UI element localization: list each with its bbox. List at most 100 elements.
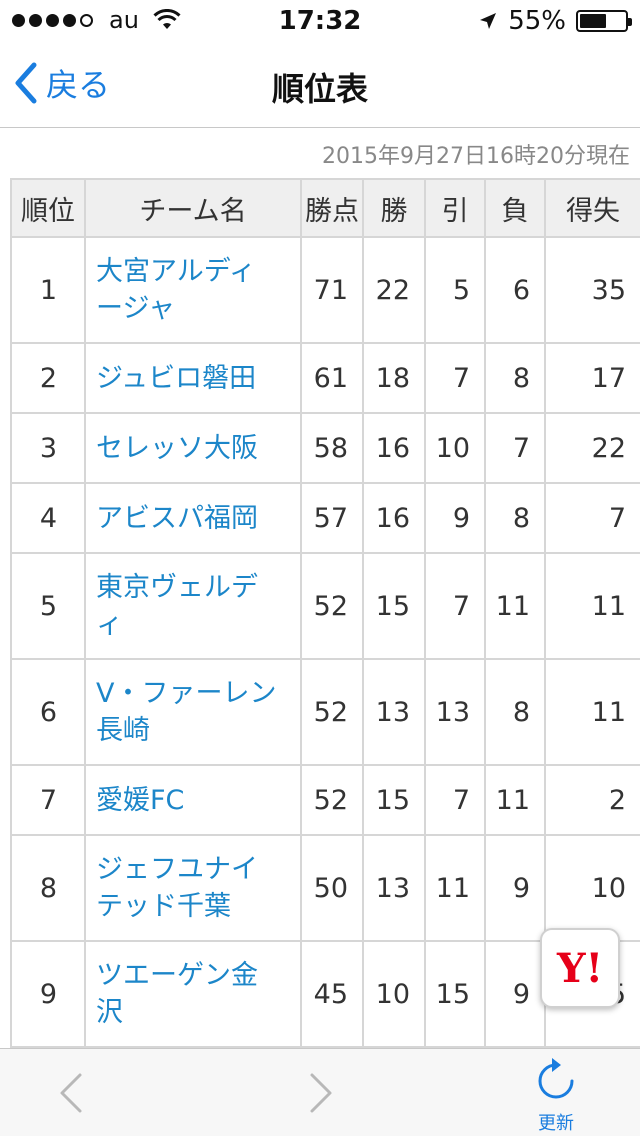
team-link[interactable]: アビスパ福岡 xyxy=(96,503,258,534)
goal-diff-cell: 7 xyxy=(544,482,640,554)
reload-label: 更新 xyxy=(538,1113,574,1134)
draws-cell: 7 xyxy=(424,342,486,414)
table-row: 3 セレッソ大阪 58 16 10 7 22 xyxy=(10,412,640,484)
team-link[interactable]: V・ファーレン xyxy=(96,678,276,709)
header-wins: 勝 xyxy=(362,178,426,238)
losses-cell: 7 xyxy=(484,412,546,484)
header-draws: 引 xyxy=(424,178,486,238)
wins-cell: 16 xyxy=(362,482,426,554)
draws-cell: 7 xyxy=(424,552,486,660)
standings-table: 順位 チーム名 勝点 勝 引 負 得失 1 大宮アルディ ージャ 71 22 5 6 35 2 ジ… xyxy=(10,178,640,1048)
header-rank: 順位 xyxy=(10,178,86,238)
wins-cell: 16 xyxy=(362,412,426,484)
header-goal-diff: 得失 xyxy=(544,178,640,238)
draws-cell: 7 xyxy=(424,764,486,836)
points-cell: 58 xyxy=(300,412,364,484)
goal-diff-cell: 2 xyxy=(544,764,640,836)
points-cell: 50 xyxy=(300,834,364,942)
points-cell: 52 xyxy=(300,552,364,660)
wins-cell: 15 xyxy=(362,764,426,836)
losses-cell: 8 xyxy=(484,342,546,414)
yahoo-logo-text: Y! xyxy=(556,944,604,992)
reload-button[interactable]: 更新 xyxy=(526,1057,586,1134)
team-cell: アビスパ福岡 xyxy=(84,482,302,554)
team-link[interactable]: 沢 xyxy=(96,997,123,1028)
goal-diff-cell: 10 xyxy=(544,834,640,942)
draws-cell: 15 xyxy=(424,940,486,1048)
team-cell: ツエーゲン金沢 xyxy=(84,940,302,1048)
header-points: 勝点 xyxy=(300,178,364,238)
team-link[interactable]: テッド千葉 xyxy=(96,891,231,922)
location-arrow-icon xyxy=(480,13,497,29)
battery-icon xyxy=(576,10,632,32)
team-cell: V・ファーレン 長崎 xyxy=(84,658,302,766)
team-link[interactable]: 愛媛FC xyxy=(96,785,184,816)
browser-back-icon[interactable] xyxy=(56,1071,86,1115)
wins-cell: 10 xyxy=(362,940,426,1048)
table-row: 2 ジュビロ磐田 61 18 7 8 17 xyxy=(10,342,640,414)
team-cell: 大宮アルディ ージャ xyxy=(84,236,302,344)
back-button-label: 戻る xyxy=(46,66,111,104)
table-row: 7 愛媛FC 52 15 7 11 2 xyxy=(10,764,640,836)
table-row: 1 大宮アルディ ージャ 71 22 5 6 35 xyxy=(10,236,640,344)
goal-diff-cell: 11 xyxy=(544,658,640,766)
goal-diff-cell: 11 xyxy=(544,552,640,660)
losses-cell: 9 xyxy=(484,834,546,942)
table-header-row: 順位 チーム名 勝点 勝 引 負 得失 xyxy=(10,178,640,238)
rank-cell: 7 xyxy=(10,764,86,836)
standings-body: 1 大宮アルディ ージャ 71 22 5 6 35 2 ジュビロ磐田 61 18 7 8 17 3 セレッソ大阪… xyxy=(10,236,640,1048)
draws-cell: 9 xyxy=(424,482,486,554)
table-row: 4 アビスパ福岡 57 16 9 8 7 xyxy=(10,482,640,554)
losses-cell: 11 xyxy=(484,552,546,660)
points-cell: 45 xyxy=(300,940,364,1048)
team-link[interactable]: ジェフユナイ xyxy=(96,854,258,885)
yahoo-logo-button[interactable]: Y! xyxy=(540,928,620,1008)
losses-cell: 8 xyxy=(484,658,546,766)
points-cell: 52 xyxy=(300,764,364,836)
header-team: チーム名 xyxy=(84,178,302,238)
team-link[interactable]: 東京ヴェルデ xyxy=(96,572,258,603)
team-link[interactable]: ツエーゲン金 xyxy=(96,960,258,991)
wins-cell: 22 xyxy=(362,236,426,344)
goal-diff-cell: 22 xyxy=(544,412,640,484)
draws-cell: 13 xyxy=(424,658,486,766)
rank-cell: 1 xyxy=(10,236,86,344)
update-timestamp: 2015年9月27日16時20分現在 xyxy=(322,144,630,169)
back-button[interactable]: 戻る xyxy=(14,60,110,106)
rank-cell: 6 xyxy=(10,658,86,766)
points-cell: 57 xyxy=(300,482,364,554)
rank-cell: 8 xyxy=(10,834,86,942)
team-link[interactable]: ィ xyxy=(96,609,123,640)
bottom-toolbar: 更新 xyxy=(0,1048,640,1136)
team-link[interactable]: 大宮アルディ xyxy=(96,256,256,287)
header-losses: 負 xyxy=(484,178,546,238)
losses-cell: 11 xyxy=(484,764,546,836)
rank-cell: 5 xyxy=(10,552,86,660)
wins-cell: 13 xyxy=(362,834,426,942)
team-link[interactable]: ージャ xyxy=(96,293,175,324)
draws-cell: 11 xyxy=(424,834,486,942)
team-link[interactable]: セレッソ大阪 xyxy=(96,433,258,464)
rank-cell: 9 xyxy=(10,940,86,1048)
team-link[interactable]: 長崎 xyxy=(96,715,150,746)
goal-diff-cell: 17 xyxy=(544,342,640,414)
draws-cell: 10 xyxy=(424,412,486,484)
team-link[interactable]: ジュビロ磐田 xyxy=(96,363,256,394)
rank-cell: 4 xyxy=(10,482,86,554)
points-cell: 52 xyxy=(300,658,364,766)
status-right: 55% xyxy=(478,6,632,36)
battery-percent: 55% xyxy=(508,6,566,36)
team-cell: セレッソ大阪 xyxy=(84,412,302,484)
wins-cell: 13 xyxy=(362,658,426,766)
losses-cell: 9 xyxy=(484,940,546,1048)
wins-cell: 18 xyxy=(362,342,426,414)
browser-forward-icon[interactable] xyxy=(306,1071,336,1115)
points-cell: 61 xyxy=(300,342,364,414)
navigation-bar: 戻る 順位表 xyxy=(0,40,640,128)
table-row: 6 V・ファーレン 長崎 52 13 13 8 11 xyxy=(10,658,640,766)
chevron-left-icon xyxy=(15,62,37,104)
table-row: 5 東京ヴェルディ 52 15 7 11 11 xyxy=(10,552,640,660)
wins-cell: 15 xyxy=(362,552,426,660)
goal-diff-cell: 35 xyxy=(544,236,640,344)
team-cell: 東京ヴェルディ xyxy=(84,552,302,660)
